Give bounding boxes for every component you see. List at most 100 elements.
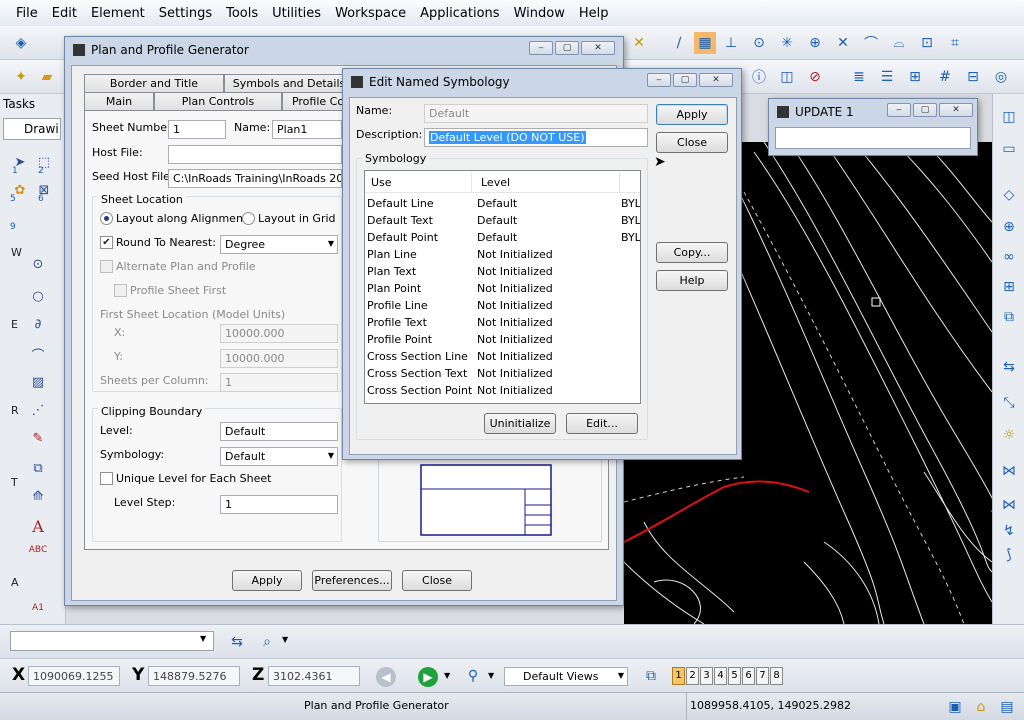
view-tool-11-icon[interactable]: ⋈ xyxy=(998,494,1020,516)
no-entry-icon[interactable]: ⊘ xyxy=(804,66,826,88)
text-tool-abc[interactable]: ABC xyxy=(28,540,48,560)
new-file-icon[interactable]: ✦ xyxy=(10,66,32,88)
tab-border-title[interactable]: Border and Title xyxy=(84,74,224,92)
menu-element[interactable]: Element xyxy=(91,6,145,21)
col-use-header[interactable]: Use xyxy=(371,176,392,189)
measure-icon[interactable]: ◫ xyxy=(776,66,798,88)
back-icon[interactable]: ◀ xyxy=(376,667,396,687)
level-icon[interactable]: ≣ xyxy=(848,66,870,88)
task-combo[interactable]: Drawi xyxy=(3,118,61,140)
search-icon[interactable]: ⌕ xyxy=(256,631,278,653)
host-file-field[interactable] xyxy=(168,145,342,164)
history-icon[interactable]: ⇆ xyxy=(226,631,248,653)
level-step-field[interactable]: 1 xyxy=(220,495,338,514)
table-row[interactable]: Default Point Default BYL xyxy=(365,229,640,246)
edit-tool-icon[interactable]: ✎ xyxy=(28,428,48,448)
menu-help[interactable]: Help xyxy=(579,6,609,21)
cell-tool-icon[interactable]: ⧉ xyxy=(28,458,48,478)
wrench-icon[interactable]: ✕ xyxy=(628,32,650,54)
grid-icon[interactable]: # xyxy=(934,66,956,88)
view-button-4[interactable]: 4 xyxy=(714,667,727,685)
update-maximize-button[interactable]: ▢ xyxy=(913,103,937,117)
text-tool-a[interactable]: A xyxy=(28,516,48,536)
intersect-icon[interactable]: ⊥ xyxy=(720,32,742,54)
update-close-button[interactable]: ✕ xyxy=(939,103,973,117)
menu-edit[interactable]: Edit xyxy=(52,6,77,21)
table-row[interactable]: Plan Line Not Initialized xyxy=(365,246,640,263)
table-row[interactable]: Profile Point Not Initialized xyxy=(365,331,640,348)
menu-applications[interactable]: Applications xyxy=(420,6,499,21)
view-button-2[interactable]: 2 xyxy=(686,667,699,685)
views-combo[interactable]: Default Views xyxy=(504,667,628,686)
symbology-list[interactable]: Use Level Default Line Default BYL Default … xyxy=(364,170,641,404)
view-button-6[interactable]: 6 xyxy=(742,667,755,685)
pp-close-button[interactable]: Close xyxy=(402,570,472,591)
x-coord-field[interactable]: 1090069.1255 xyxy=(28,666,120,686)
table-row[interactable]: Profile Line Not Initialized xyxy=(365,297,640,314)
view-button-1[interactable]: 1 xyxy=(672,667,685,685)
accudraw-icon[interactable]: ⊟ xyxy=(962,66,984,88)
menu-window[interactable]: Window xyxy=(514,6,565,21)
sym-uninitialize-button[interactable]: Uninitialize xyxy=(484,413,556,434)
table-row[interactable]: Default Line Default BYL xyxy=(365,195,640,212)
maximize-button[interactable]: ▢ xyxy=(555,41,579,55)
tab-plan-controls[interactable]: Plan Controls xyxy=(154,92,282,110)
view-tool-13-icon[interactable]: ⟆ xyxy=(998,544,1020,566)
view-button-5[interactable]: 5 xyxy=(728,667,741,685)
seed-host-field[interactable]: C:\InRoads Training\InRoads 202\ xyxy=(168,169,342,188)
table-row[interactable]: Profile Text Not Initialized xyxy=(365,314,640,331)
view-tool-8-icon[interactable]: ⇆ xyxy=(998,356,1020,378)
profile-first-checkbox[interactable] xyxy=(114,284,127,297)
view-tool-1-icon[interactable]: ◫ xyxy=(998,106,1020,128)
open-folder-icon[interactable]: ▰ xyxy=(36,66,58,88)
light-icon[interactable]: ☼ xyxy=(998,424,1020,446)
home-icon[interactable]: ⌂ xyxy=(970,696,992,718)
menu-workspace[interactable]: Workspace xyxy=(335,6,406,21)
alternate-plan-checkbox[interactable] xyxy=(100,260,113,273)
table-row[interactable]: Default Text Default BYL xyxy=(365,212,640,229)
bisector-icon[interactable]: ✕ xyxy=(832,32,854,54)
sym-apply-button[interactable]: Apply xyxy=(656,104,728,125)
round-nearest-checkbox[interactable]: ✔ xyxy=(100,236,113,249)
menu-utilities[interactable]: Utilities xyxy=(272,6,321,21)
pp-preferences-button[interactable]: Preferences... xyxy=(312,570,392,591)
view-tool-10-icon[interactable]: ⋈ xyxy=(998,460,1020,482)
circle-tool-icon[interactable]: ○ xyxy=(28,286,48,306)
workmode-icon[interactable]: ◈ xyxy=(10,32,32,54)
symbology-combo[interactable]: Default xyxy=(220,447,338,466)
perp-icon[interactable]: ⊡ xyxy=(916,32,938,54)
menu-file[interactable]: File xyxy=(16,6,38,21)
sym-copy-button[interactable]: Copy... xyxy=(656,242,728,263)
line-icon[interactable]: ∕ xyxy=(668,32,690,54)
minimize-button[interactable]: ‒ xyxy=(529,41,553,55)
sheets-per-column-field[interactable]: 1 xyxy=(220,373,338,392)
snap-icon[interactable]: ▦ xyxy=(694,32,716,54)
view-tool-4-icon[interactable]: ⊕ xyxy=(998,216,1020,238)
sheet-number-field[interactable]: 1 xyxy=(168,120,226,139)
layout-grid-radio[interactable] xyxy=(242,212,255,225)
sym-edit-button[interactable]: Edit... xyxy=(566,413,638,434)
tangent-icon[interactable]: ⌓ xyxy=(888,32,910,54)
sym-description-field[interactable]: Default Level (DO NOT USE) xyxy=(424,128,648,147)
level-field[interactable]: Default xyxy=(220,422,338,441)
z-coord-field[interactable]: 3102.4361 xyxy=(268,666,360,686)
view-tool-9-icon[interactable]: ⤡ xyxy=(998,392,1020,414)
design-model-icon[interactable]: ▤ xyxy=(996,696,1018,718)
view-tool-2-icon[interactable]: ▭ xyxy=(998,138,1020,160)
search-dropdown-icon[interactable]: ▼ xyxy=(282,635,288,644)
dimension-tool-icon[interactable]: ⟰ xyxy=(28,486,48,506)
sym-minimize-button[interactable]: ‒ xyxy=(647,73,671,87)
update-minimize-button[interactable]: ‒ xyxy=(887,103,911,117)
view-tool-6-icon[interactable]: ⊞ xyxy=(998,276,1020,298)
curve-tool-icon[interactable]: ∂ xyxy=(28,314,48,334)
center-snap-icon[interactable]: ✳ xyxy=(776,32,798,54)
col-level-header[interactable]: Level xyxy=(481,176,510,189)
sym-close-button[interactable]: Close xyxy=(656,132,728,153)
forward-icon[interactable]: ▶ xyxy=(418,667,438,687)
y-coord-field[interactable]: 148879.5276 xyxy=(148,666,240,686)
name-field[interactable]: Plan1 xyxy=(272,120,342,139)
view-tool-7-icon[interactable]: ⧉ xyxy=(998,306,1020,328)
view-tool-icon[interactable]: ⚲ xyxy=(462,665,484,687)
sym-maximize-button[interactable]: ▢ xyxy=(673,73,697,87)
table-row[interactable]: Cross Section Point Not Initialized xyxy=(365,382,640,399)
